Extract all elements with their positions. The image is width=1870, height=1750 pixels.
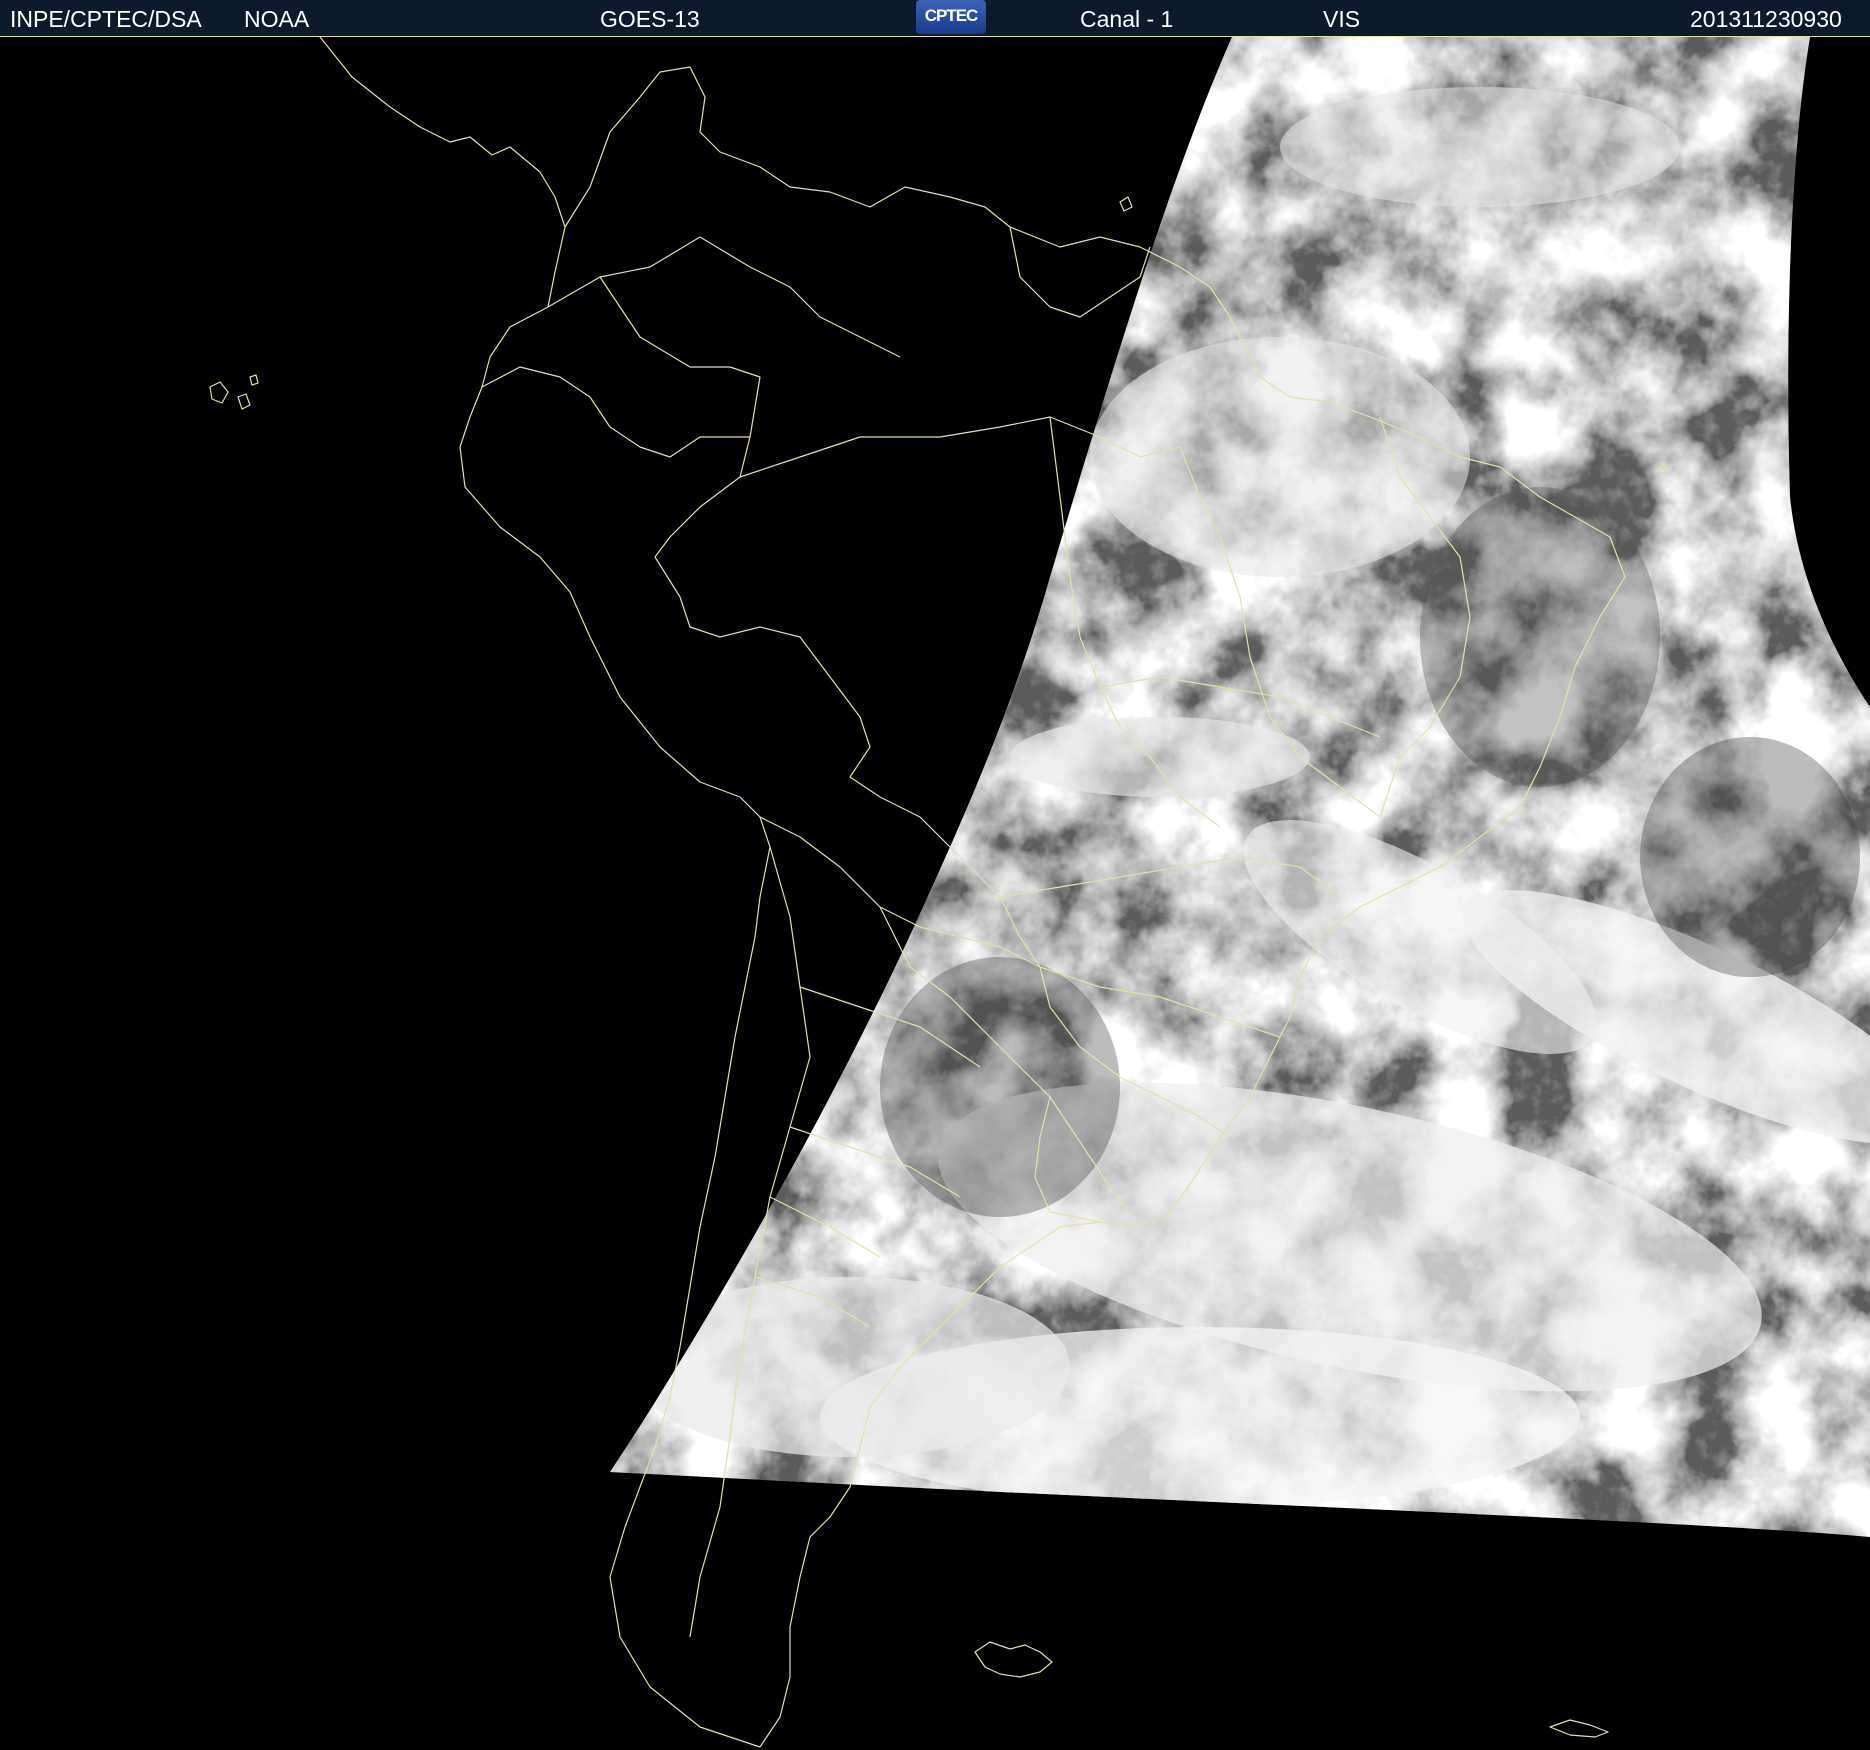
satellite-label: GOES-13 <box>600 6 700 32</box>
band-label: VIS <box>1323 6 1361 32</box>
header-bar: INPE/CPTEC/DSA NOAA GOES-13 CPTEC Canal … <box>0 0 1870 37</box>
satellite-map <box>0 37 1870 1750</box>
logo-text: CPTEC <box>924 6 979 25</box>
provider-label: NOAA <box>244 6 310 32</box>
cptec-logo: CPTEC <box>916 0 986 34</box>
satellite-image-frame: INPE/CPTEC/DSA NOAA GOES-13 CPTEC Canal … <box>0 0 1870 1750</box>
channel-label: Canal - 1 <box>1080 6 1174 32</box>
agency-label: INPE/CPTEC/DSA <box>10 6 202 32</box>
satellite-map-svg <box>0 37 1870 1750</box>
timestamp-label: 201311230930 <box>1690 6 1842 32</box>
